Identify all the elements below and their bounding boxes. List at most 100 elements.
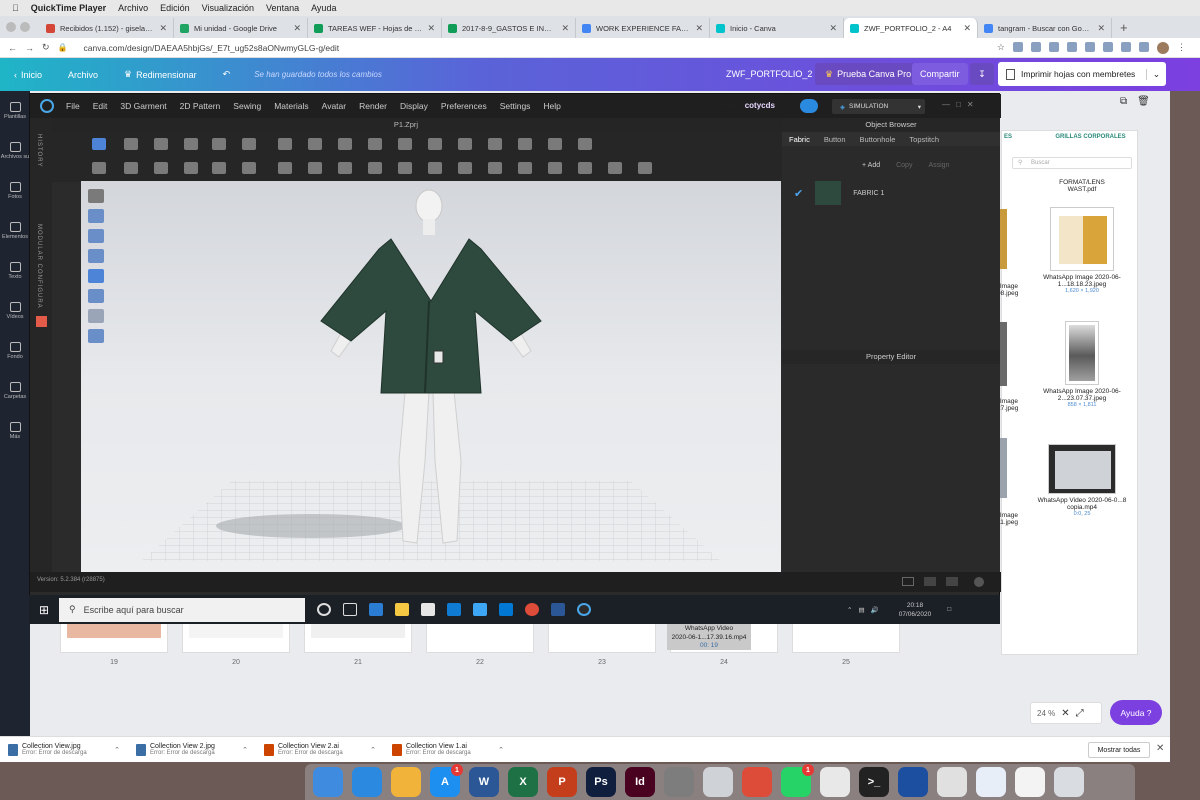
home-button[interactable]: ‹ Inicio <box>14 70 42 80</box>
url-field[interactable]: canva.com/design/DAEAA5hbjGs/_E7t_ug52s8… <box>84 43 340 53</box>
toolbar-tool-icon[interactable] <box>548 162 562 174</box>
document-icon[interactable] <box>1015 767 1045 797</box>
browser-tab[interactable]: Mi unidad - Google Drive ✕ <box>174 18 308 38</box>
app-icon[interactable] <box>473 603 487 616</box>
view-tool-icon[interactable] <box>88 309 104 323</box>
sidebar-item[interactable]: Vídeos <box>0 291 30 331</box>
view-tool-icon[interactable] <box>88 229 104 243</box>
3d-viewport[interactable] <box>81 181 781 575</box>
view-tool-icon[interactable] <box>88 329 104 343</box>
toolbar-tool-icon[interactable] <box>458 138 472 150</box>
toolbar-tool-icon[interactable] <box>338 162 352 174</box>
toolbar-tool-icon[interactable] <box>578 162 592 174</box>
toolbar-tool-icon[interactable] <box>278 138 292 150</box>
sidebar-item[interactable]: Plantillas <box>0 91 30 131</box>
show-all-downloads-button[interactable]: Mostrar todas <box>1088 742 1150 758</box>
share-button[interactable]: Compartir <box>912 63 968 85</box>
toolbar-tool-icon[interactable] <box>398 138 412 150</box>
sidebar-item[interactable]: Más <box>0 411 30 451</box>
clo-menu-item[interactable]: Preferences <box>441 101 487 111</box>
close-icon[interactable]: ✕ <box>427 23 435 34</box>
notification-icon[interactable]: □ <box>947 606 951 613</box>
browser-tab[interactable]: Recibidos (1.152) - gisela@wo ✕ <box>40 18 174 38</box>
sidebar-item[interactable]: Elementos <box>0 211 30 251</box>
menu-edicion[interactable]: Edición <box>160 3 190 13</box>
back-icon[interactable]: ← <box>8 43 17 53</box>
extension-icon[interactable] <box>1013 41 1023 52</box>
photos-icon[interactable] <box>391 767 421 797</box>
toolbar-tool-icon[interactable] <box>578 138 592 150</box>
menu-dots-icon[interactable]: ⋮ <box>1177 42 1186 54</box>
finder-icon[interactable] <box>313 767 343 797</box>
file-menu-button[interactable]: Archivo <box>68 70 98 80</box>
toolbar-tool-icon[interactable] <box>212 138 226 150</box>
browser-tab[interactable]: 2017-8-9_GASTOS E INGRESO ✕ <box>442 18 576 38</box>
toolbar-tool-icon[interactable] <box>154 162 168 174</box>
status-icon[interactable] <box>924 577 936 586</box>
toolbar-tool-icon[interactable] <box>212 162 226 174</box>
clo-icon[interactable] <box>577 603 591 616</box>
quicktime-icon[interactable] <box>898 767 928 797</box>
modular-configurator-tab[interactable]: MODULAR CONFIGURA <box>36 224 42 309</box>
safari-icon[interactable] <box>352 767 382 797</box>
toolbar-tool-icon[interactable] <box>398 162 412 174</box>
sidebar-item[interactable]: Fotos <box>0 171 30 211</box>
whatsapp-icon[interactable]: 1 <box>781 764 814 797</box>
clo-cloud-icon[interactable] <box>800 99 818 113</box>
toolbar-tool-icon[interactable] <box>308 162 322 174</box>
menu-visualizacion[interactable]: Visualización <box>202 3 254 13</box>
close-icon[interactable]: ✕ <box>963 23 971 34</box>
chevron-up-icon[interactable]: ⌃ <box>498 746 512 754</box>
toolbar-tool-icon[interactable] <box>608 162 622 174</box>
close-icon[interactable]: ✕ <box>1097 23 1105 34</box>
clo-menu-item[interactable]: File <box>66 101 80 111</box>
sidebar-item[interactable]: Fondo <box>0 331 30 371</box>
clo-menu-item[interactable]: Sewing <box>233 101 261 111</box>
clo-menu-item[interactable]: Help <box>543 101 560 111</box>
close-icon[interactable]: ✕ <box>829 23 837 34</box>
clo-menu-item[interactable]: Avatar <box>322 101 346 111</box>
fabric-list-item[interactable]: ✔ FABRIC 1 <box>782 178 1000 208</box>
extension-icon[interactable] <box>1049 41 1059 52</box>
panel-tab-left[interactable]: ES <box>1002 131 1042 145</box>
chevron-up-icon[interactable]: ⌃ <box>370 746 384 754</box>
close-icon[interactable]: ✕ <box>159 23 167 34</box>
browser-tab[interactable]: Inicio - Canva ✕ <box>710 18 844 38</box>
menu-ayuda[interactable]: Ayuda <box>311 3 336 13</box>
sidebar-item[interactable]: Texto <box>0 251 30 291</box>
close-icon[interactable]: ✕ <box>293 23 301 34</box>
toolbar-tool-icon[interactable] <box>242 138 256 150</box>
clock[interactable]: 20:18 07/06/2020 <box>899 601 932 619</box>
toolbar-tool-icon[interactable] <box>242 162 256 174</box>
chevron-up-icon[interactable]: ⌃ <box>847 606 852 614</box>
delete-page-icon[interactable]: 🗑 <box>1137 96 1150 107</box>
toolbar-tool-icon[interactable] <box>92 138 106 150</box>
cortana-icon[interactable] <box>317 603 331 616</box>
trash-icon[interactable] <box>1054 767 1084 797</box>
tab-fabric[interactable]: Fabric <box>789 135 810 144</box>
simulation-dropdown[interactable]: ◈ SIMULATION ▾ <box>832 99 925 114</box>
chevron-up-icon[interactable]: ⌃ <box>114 746 128 754</box>
status-icon[interactable] <box>974 577 984 587</box>
user-name[interactable]: cotycds <box>745 101 775 110</box>
bookmark-star-icon[interactable]: ☆ <box>997 42 1005 54</box>
panel-tab-grillas[interactable]: GRILLAS CORPORALES <box>1042 131 1139 145</box>
toolbar-tool-icon[interactable] <box>338 138 352 150</box>
store-icon[interactable] <box>421 603 435 616</box>
browser-tab[interactable]: ZWF_PORTFOLIO_2 - A4 ✕ <box>844 18 978 38</box>
status-icon[interactable] <box>902 577 914 586</box>
app-name[interactable]: QuickTime Player <box>31 3 106 13</box>
download-item[interactable]: Collection View 2.ai Error: Error de desc… <box>256 743 384 756</box>
add-button[interactable]: + Add <box>862 162 880 169</box>
download-item[interactable]: Collection View.jpg Error: Error de desca… <box>0 743 128 756</box>
toolbar-tool-icon[interactable] <box>428 138 442 150</box>
clo-menu-item[interactable]: Render <box>359 101 387 111</box>
chrome-icon[interactable] <box>525 603 539 616</box>
system-prefs-icon[interactable] <box>664 767 694 797</box>
edge-icon[interactable] <box>369 603 383 616</box>
tab-topstitch[interactable]: Topstitch <box>909 135 939 144</box>
apple-icon[interactable]:  <box>12 3 19 13</box>
document-title[interactable]: ZWF_PORTFOLIO_2 <box>726 69 812 79</box>
chevron-up-icon[interactable]: ⌃ <box>242 746 256 754</box>
help-button[interactable]: Ayuda ? <box>1110 700 1162 725</box>
